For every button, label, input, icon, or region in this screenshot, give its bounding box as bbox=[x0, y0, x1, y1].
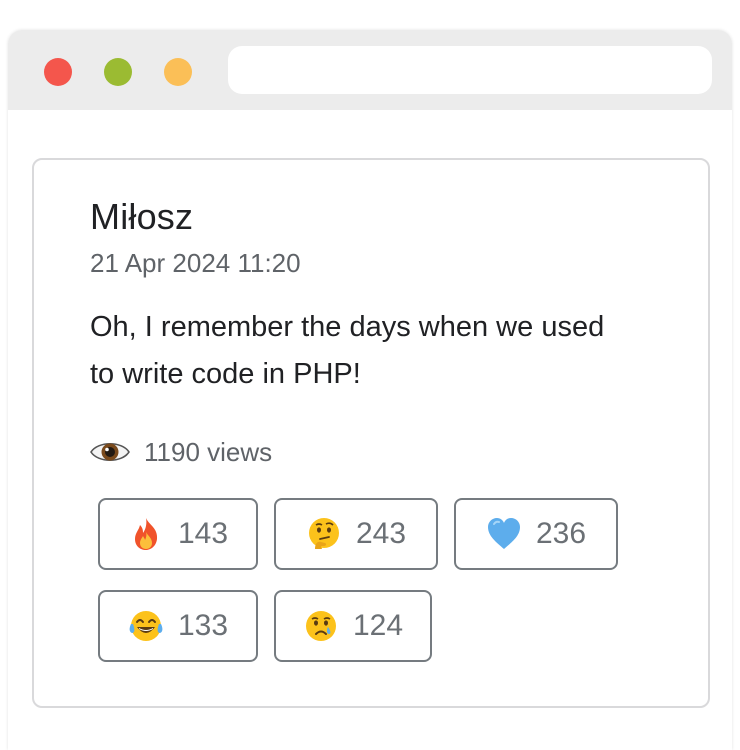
post-timestamp: 21 Apr 2024 11:20 bbox=[90, 248, 301, 278]
reaction-count: 236 bbox=[535, 517, 587, 550]
reaction-count: 124 bbox=[352, 609, 404, 642]
minimize-window-button[interactable] bbox=[104, 58, 132, 86]
reaction-button-crying[interactable]: 124 bbox=[274, 590, 432, 662]
reaction-button-thinking[interactable]: 243 bbox=[274, 498, 438, 570]
fire-icon bbox=[128, 516, 164, 552]
thinking-face-icon bbox=[306, 516, 342, 552]
close-window-button[interactable] bbox=[44, 58, 72, 86]
post-card: Miłosz 21 Apr 2024 11:20 Oh, I remember … bbox=[32, 158, 710, 708]
blue-heart-icon bbox=[486, 516, 522, 552]
views-label: 1190 views bbox=[144, 436, 273, 467]
tears-of-joy-icon bbox=[128, 608, 164, 644]
browser-window: Miłosz 21 Apr 2024 11:20 Oh, I remember … bbox=[8, 30, 732, 750]
reaction-count: 243 bbox=[355, 517, 407, 550]
post-body: Oh, I remember the days when we used to … bbox=[90, 311, 605, 390]
reaction-button-fire[interactable]: 143 bbox=[98, 498, 258, 570]
title-bar bbox=[8, 30, 732, 110]
author-name: Miłosz bbox=[90, 196, 194, 237]
views-count: 1190 views bbox=[90, 432, 272, 472]
address-bar[interactable] bbox=[228, 46, 712, 94]
crying-face-icon bbox=[303, 608, 339, 644]
maximize-window-button[interactable] bbox=[164, 58, 192, 86]
reaction-button-tears-of-joy[interactable]: 133 bbox=[98, 590, 258, 662]
reaction-count: 143 bbox=[177, 517, 229, 550]
reaction-count: 133 bbox=[177, 609, 229, 642]
eye-icon bbox=[90, 442, 130, 462]
reaction-button-blue-heart[interactable]: 236 bbox=[454, 498, 618, 570]
